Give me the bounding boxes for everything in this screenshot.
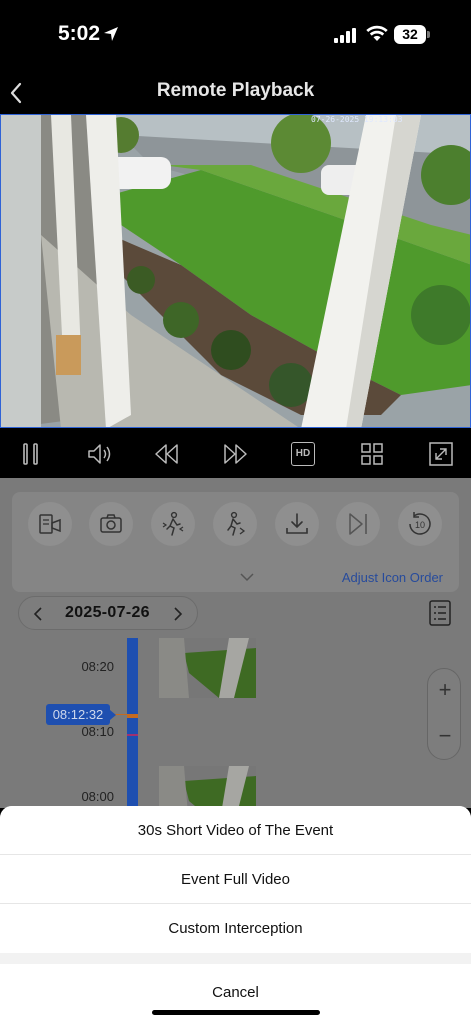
event-list-icon[interactable] xyxy=(428,599,452,627)
camera-icon xyxy=(100,514,122,533)
grid-icon[interactable] xyxy=(359,441,385,467)
date-value[interactable]: 2025-07-26 xyxy=(65,604,150,622)
skip-next-icon xyxy=(349,513,367,535)
timeline-cursor-tip xyxy=(110,710,116,720)
fast-forward-icon[interactable] xyxy=(222,441,248,467)
battery-nub xyxy=(427,31,430,38)
playback-controls: HD xyxy=(0,428,471,478)
timeline-event-marker xyxy=(127,734,138,736)
adjust-icon-order-link[interactable]: Adjust Icon Order xyxy=(342,570,443,585)
date-selector: 2025-07-26 xyxy=(18,596,198,630)
cancel-button[interactable]: Cancel xyxy=(0,964,471,1024)
tool-motion-alt[interactable] xyxy=(213,502,257,546)
tool-download[interactable] xyxy=(275,502,319,546)
pause-icon[interactable] xyxy=(18,441,44,467)
playback-panel: 10 Adjust Icon Order 2025-07-26 08:20 08… xyxy=(0,478,471,808)
event-thumbnail[interactable] xyxy=(159,766,256,808)
chevron-down-icon[interactable] xyxy=(239,572,255,582)
timeline-label: 08:20 xyxy=(81,659,114,674)
home-indicator xyxy=(152,1010,320,1015)
hd-button[interactable]: HD xyxy=(291,442,315,466)
option-custom-interception[interactable]: Custom Interception xyxy=(0,904,471,953)
video-frame xyxy=(1,115,470,427)
battery-indicator: 32 xyxy=(394,25,426,44)
download-icon xyxy=(286,513,308,534)
video-player[interactable]: 07-26-2025 19:13:03 xyxy=(0,114,471,428)
option-30s-short-video[interactable]: 30s Short Video of The Event xyxy=(0,806,471,855)
timeline-label: 08:10 xyxy=(81,724,114,739)
status-bar: 5:02 32 xyxy=(0,0,471,70)
thumbnail-image xyxy=(159,638,256,698)
tool-replay-10[interactable]: 10 xyxy=(398,502,442,546)
tool-skip-next[interactable] xyxy=(336,502,380,546)
thumbnail-image xyxy=(159,766,256,808)
volume-icon[interactable] xyxy=(86,441,112,467)
page-title: Remote Playback xyxy=(156,80,315,101)
zoom-in-button[interactable]: + xyxy=(428,673,462,707)
zoom-out-button[interactable]: − xyxy=(428,719,462,753)
rewind-icon[interactable] xyxy=(154,441,180,467)
tools-card: 10 Adjust Icon Order xyxy=(12,492,459,592)
tool-motion[interactable] xyxy=(151,502,195,546)
chevron-right-icon[interactable] xyxy=(173,606,183,622)
replay-10-icon: 10 xyxy=(409,512,431,535)
person-motion-icon xyxy=(162,511,184,536)
timeline-bar[interactable] xyxy=(127,638,138,808)
status-time: 5:02 xyxy=(58,22,101,45)
timeline-label: 08:00 xyxy=(81,789,114,804)
record-video-icon xyxy=(39,514,61,534)
tool-snapshot[interactable] xyxy=(89,502,133,546)
timeline-zoom: + − xyxy=(427,668,461,760)
action-sheet: 30s Short Video of The Event Event Full … xyxy=(0,806,471,1024)
location-arrow-icon xyxy=(104,27,118,41)
hd-icon: HD xyxy=(295,448,311,459)
cellular-signal-icon xyxy=(334,28,356,43)
replay-10-label: 10 xyxy=(415,520,425,530)
tool-record[interactable] xyxy=(28,502,72,546)
chevron-left-icon[interactable] xyxy=(33,606,43,622)
nav-bar: Remote Playback xyxy=(0,70,471,114)
option-event-full-video[interactable]: Event Full Video xyxy=(0,855,471,904)
timeline-current-time: 08:12:32 xyxy=(46,704,110,725)
video-timestamp: 07-26-2025 19:13:03 xyxy=(311,115,403,124)
person-motion-alt-icon xyxy=(227,511,246,536)
fullscreen-icon[interactable] xyxy=(428,441,454,467)
wifi-icon xyxy=(366,25,388,41)
event-thumbnail[interactable] xyxy=(159,638,256,698)
